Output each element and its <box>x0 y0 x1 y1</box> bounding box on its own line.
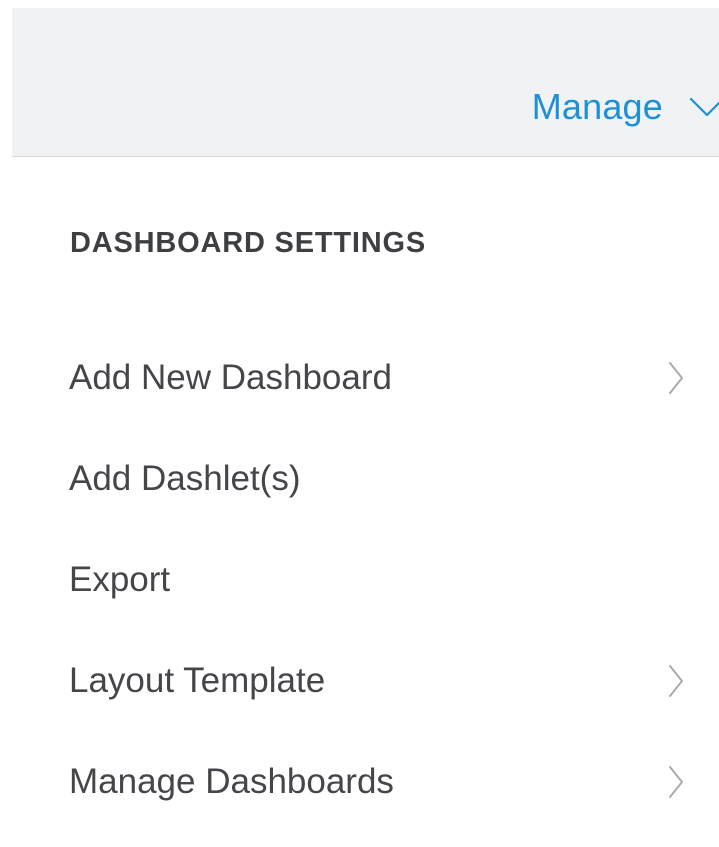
section-title: DASHBOARD SETTINGS <box>70 227 426 259</box>
dashboard-settings-menu: DASHBOARD SETTINGS Add New Dashboard Add… <box>12 157 719 827</box>
menu-item-layout-template[interactable]: Layout Template <box>12 630 719 731</box>
chevron-right-icon <box>669 664 683 697</box>
header-bar: Manage <box>12 8 719 157</box>
menu-item-label: Manage Dashboards <box>69 761 394 801</box>
manage-dropdown-button[interactable]: Manage <box>532 82 719 132</box>
menu-item-label: Add Dashlet(s) <box>69 458 301 498</box>
menu-item-export[interactable]: Export <box>12 529 719 630</box>
menu-item-manage-dashboards[interactable]: Manage Dashboards <box>12 731 719 832</box>
chevron-down-icon <box>689 97 719 117</box>
manage-label: Manage <box>531 86 663 127</box>
chevron-right-icon <box>669 765 683 798</box>
menu-item-label: Layout Template <box>69 660 326 700</box>
chevron-right-icon <box>669 361 683 394</box>
menu-item-label: Add New Dashboard <box>69 357 392 397</box>
menu-item-add-dashlets[interactable]: Add Dashlet(s) <box>12 428 719 529</box>
page: Manage DASHBOARD SETTINGS Add New Dashbo… <box>0 0 719 847</box>
menu-item-label: Export <box>69 559 171 599</box>
menu-list: Add New Dashboard Add Dashlet(s) Export … <box>12 327 719 832</box>
menu-item-add-new-dashboard[interactable]: Add New Dashboard <box>12 327 719 428</box>
